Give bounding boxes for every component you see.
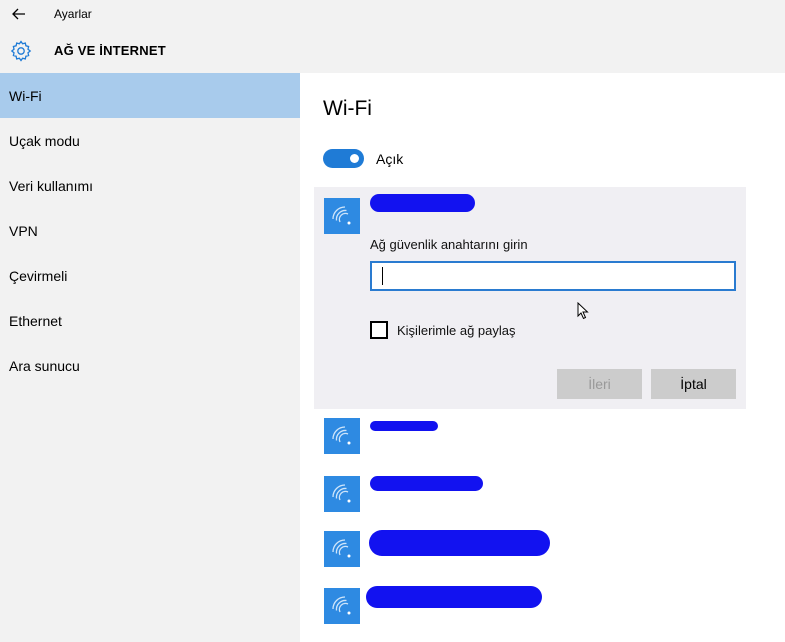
- wifi-signal-icon: [324, 418, 360, 454]
- page-title: Wi-Fi: [323, 97, 372, 120]
- sidebar-item-ethernet[interactable]: Ethernet: [0, 298, 300, 343]
- redacted-network-name: [366, 586, 542, 608]
- gear-icon: [0, 28, 42, 73]
- sidebar-item-label: Veri kullanımı: [9, 177, 94, 194]
- sidebar-item-label: Çevirmeli: [9, 267, 68, 284]
- wifi-signal-icon: [324, 531, 360, 567]
- redacted-network-name: [369, 530, 550, 556]
- sidebar-item-airplane-mode[interactable]: Uçak modu: [0, 118, 300, 163]
- title-bar: Ayarlar: [0, 0, 785, 28]
- share-checkbox[interactable]: [370, 321, 388, 339]
- next-button[interactable]: İleri: [557, 369, 642, 399]
- sidebar-item-data-usage[interactable]: Veri kullanımı: [0, 163, 300, 208]
- sidebar-item-label: Ara sunucu: [9, 357, 80, 374]
- sidebar-item-label: Wi-Fi: [9, 87, 42, 104]
- security-key-input[interactable]: [370, 261, 736, 291]
- wifi-toggle-row: Açık: [323, 149, 403, 168]
- list-item[interactable]: [314, 525, 746, 575]
- toggle-knob: [350, 154, 359, 163]
- redacted-network-name: [370, 421, 438, 431]
- wifi-signal-icon: [324, 198, 360, 234]
- redacted-network-name: [370, 476, 483, 491]
- sidebar-item-label: Uçak modu: [9, 132, 80, 149]
- mouse-cursor-icon: [577, 302, 589, 320]
- wifi-signal-icon: [324, 588, 360, 624]
- sidebar-item-proxy[interactable]: Ara sunucu: [0, 343, 300, 388]
- wifi-toggle[interactable]: [323, 149, 364, 168]
- list-item[interactable]: [314, 583, 746, 633]
- share-label: Kişilerimle ağ paylaş: [397, 322, 516, 338]
- settings-header: AĞ VE İNTERNET: [0, 28, 785, 73]
- redacted-network-name: [370, 194, 475, 212]
- security-key-label: Ağ güvenlik anahtarını girin: [370, 237, 528, 252]
- list-item[interactable]: [314, 471, 746, 521]
- text-caret: [382, 267, 383, 285]
- back-arrow-icon: [12, 8, 25, 20]
- window-title: Ayarlar: [54, 7, 92, 21]
- sidebar-item-label: VPN: [9, 222, 38, 239]
- list-item[interactable]: [314, 411, 746, 461]
- wifi-signal-icon: [324, 476, 360, 512]
- network-connect-panel[interactable]: Ağ güvenlik anahtarını girin Kişilerimle…: [314, 187, 746, 409]
- share-row: Kişilerimle ağ paylaş: [370, 321, 516, 339]
- sidebar-item-vpn[interactable]: VPN: [0, 208, 300, 253]
- sidebar-item-dial-up[interactable]: Çevirmeli: [0, 253, 300, 298]
- sidebar-item-label: Ethernet: [9, 312, 62, 329]
- sidebar-item-wifi[interactable]: Wi-Fi: [0, 73, 300, 118]
- wifi-toggle-label: Açık: [376, 150, 404, 167]
- sidebar: Wi-Fi Uçak modu Veri kullanımı VPN Çevir…: [0, 73, 300, 642]
- cancel-button[interactable]: İptal: [651, 369, 736, 399]
- section-title: AĞ VE İNTERNET: [54, 43, 166, 58]
- main-content: Wi-Fi Açık Ağ güvenlik anahtarını girin …: [300, 73, 785, 642]
- back-button[interactable]: [0, 0, 38, 28]
